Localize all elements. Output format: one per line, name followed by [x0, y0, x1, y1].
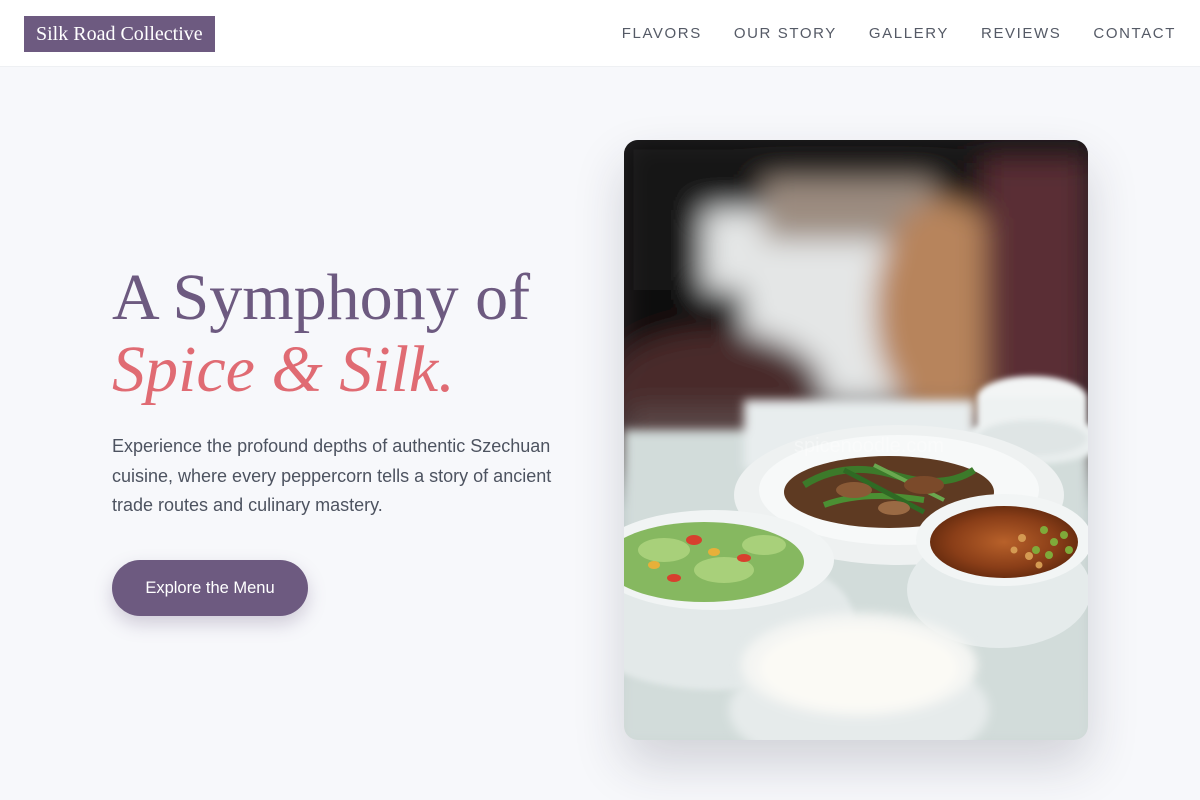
hero-title-accent: Spice & Silk.: [112, 333, 455, 406]
nav-link-flavors[interactable]: FLAVORS: [622, 25, 702, 42]
photo-watermark: spicenoodle.com: [794, 435, 944, 457]
nav-link-contact[interactable]: CONTACT: [1093, 25, 1176, 42]
nav-link-gallery[interactable]: GALLERY: [869, 25, 949, 42]
main-nav: FLAVORS OUR STORY GALLERY REVIEWS CONTAC…: [622, 0, 1176, 67]
brand-logo[interactable]: Silk Road Collective: [24, 16, 215, 52]
hero-title-line1: A Symphony of: [112, 261, 531, 334]
nav-link-reviews[interactable]: REVIEWS: [981, 25, 1061, 42]
nav-link-our-story[interactable]: OUR STORY: [734, 25, 837, 42]
hero-description: Experience the profound depths of authen…: [112, 436, 552, 515]
explore-menu-button[interactable]: Explore the Menu: [112, 560, 308, 616]
food-photo-illustration: spicenoodle.com: [624, 140, 1088, 740]
hero-food-photo: spicenoodle.com: [624, 140, 1088, 740]
hero-title: A Symphony of Spice & Silk.: [112, 262, 530, 406]
site-header: Silk Road Collective FLAVORS OUR STORY G…: [0, 0, 1200, 67]
